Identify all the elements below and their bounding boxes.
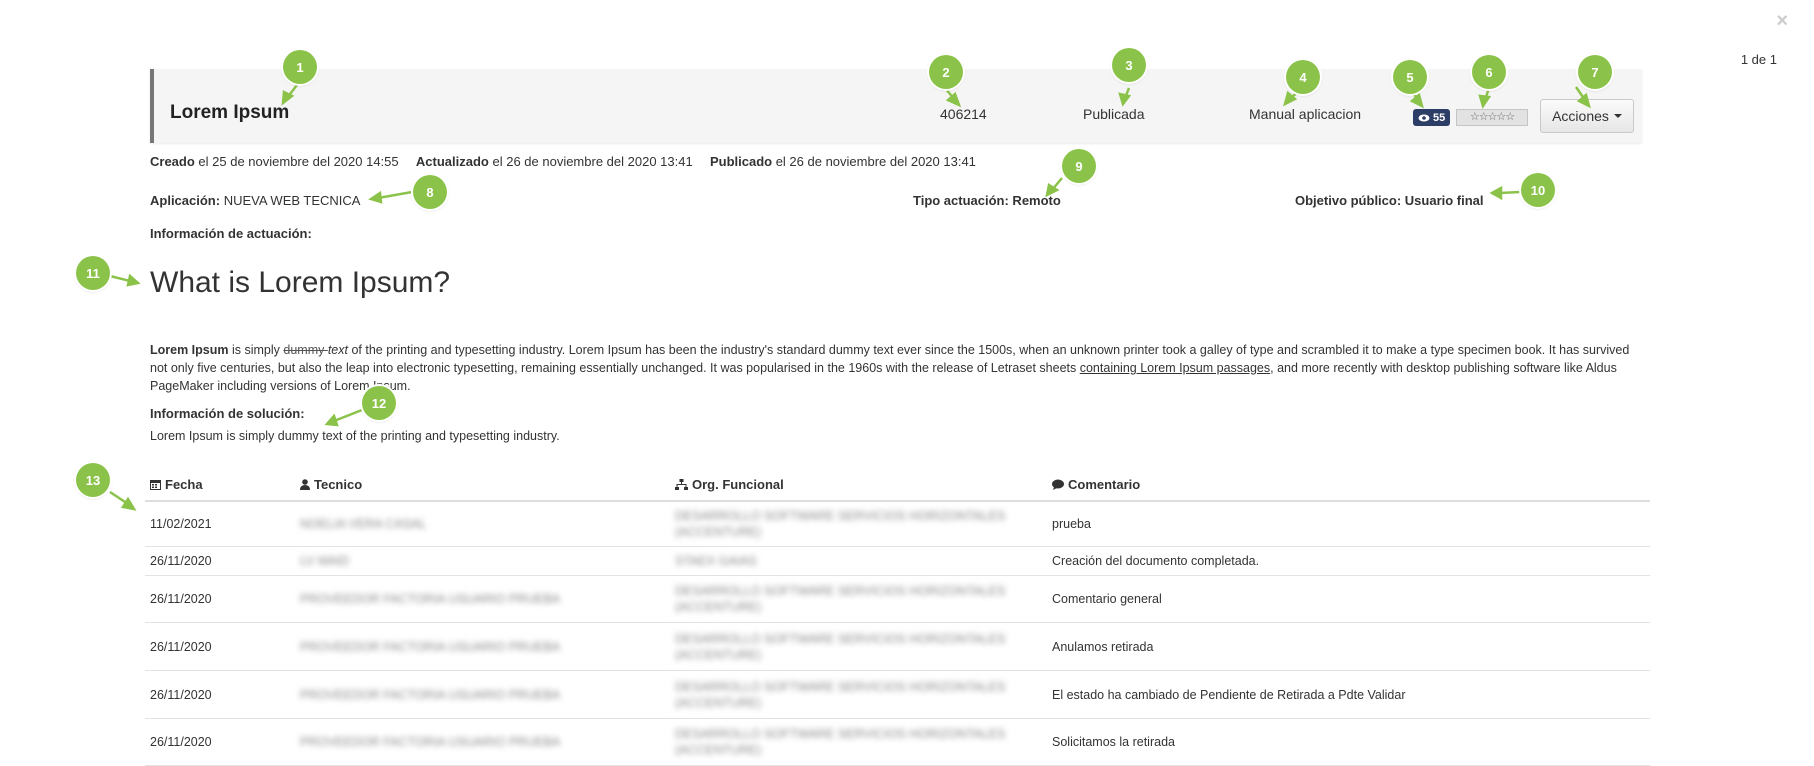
callout-11: 11 bbox=[76, 256, 110, 290]
callout-6: 6 bbox=[1472, 55, 1506, 89]
callout-3: 3 bbox=[1112, 48, 1146, 82]
callout-1: 1 bbox=[283, 50, 317, 84]
callout-10: 10 bbox=[1521, 173, 1555, 207]
callout-4: 4 bbox=[1286, 60, 1320, 94]
callout-13: 13 bbox=[76, 463, 110, 497]
annotation-arrows bbox=[109, 80, 1591, 511]
callout-12: 12 bbox=[362, 386, 396, 420]
callout-7: 7 bbox=[1578, 55, 1612, 89]
callout-9: 9 bbox=[1062, 149, 1096, 183]
callout-2: 2 bbox=[929, 55, 963, 89]
callout-5: 5 bbox=[1393, 60, 1427, 94]
callout-8: 8 bbox=[413, 175, 447, 209]
